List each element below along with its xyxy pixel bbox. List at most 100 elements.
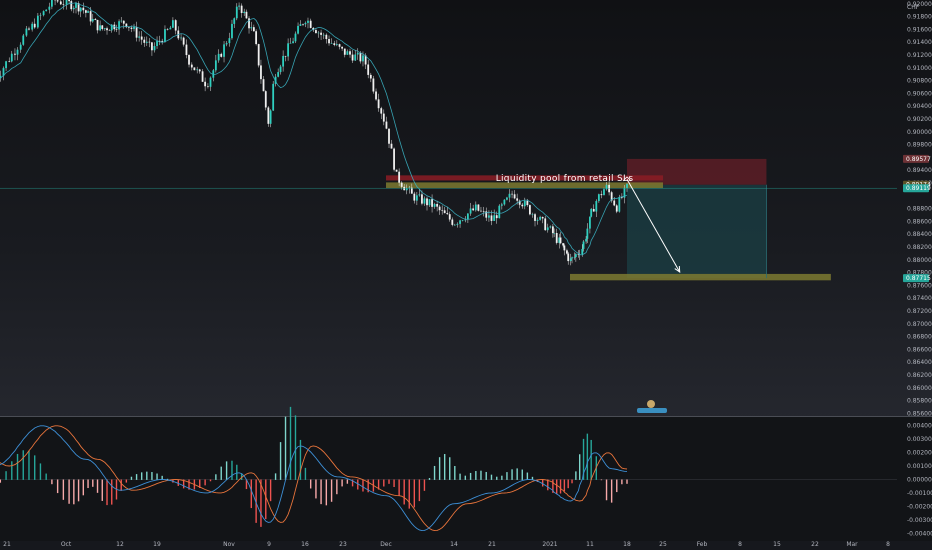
candle-body	[188, 55, 190, 65]
price-tick-label: 0.86800	[907, 334, 932, 341]
candle-body	[536, 219, 539, 221]
candle-body	[284, 55, 287, 57]
candle-body	[472, 208, 475, 211]
candle-body	[482, 211, 485, 212]
price-tick-label: 0.90000	[907, 129, 932, 136]
candle-body	[459, 220, 461, 224]
candle-body	[225, 43, 228, 45]
candle-body	[140, 36, 143, 40]
candle-body	[108, 30, 111, 31]
macd-bar	[578, 454, 581, 480]
candle-body	[115, 29, 118, 30]
candle-body	[508, 193, 511, 198]
macd-bar	[547, 479, 549, 491]
candle-body	[264, 91, 267, 108]
candle-body	[480, 210, 482, 212]
macd-bar	[269, 479, 272, 502]
price-tick-label: 0.86600	[907, 346, 932, 353]
candle-body	[130, 27, 133, 29]
time-tick-label: 18	[623, 541, 631, 548]
candle-body	[418, 194, 421, 196]
time-tick-label: 15	[773, 541, 781, 548]
macd-bar	[34, 455, 36, 480]
currency-label: CHF	[907, 4, 920, 11]
candle-body	[362, 55, 364, 62]
macd-bar	[428, 478, 431, 480]
candle-body	[521, 204, 524, 207]
candle-body	[51, 0, 53, 7]
liquidity-annotation: Liquidity pool from retail SLs	[496, 174, 634, 184]
candle-body	[14, 53, 16, 55]
macd-bar	[22, 450, 24, 480]
candle-body	[84, 10, 87, 13]
candle-body	[349, 51, 351, 55]
macd-bar	[294, 415, 297, 480]
candle-body	[238, 5, 240, 7]
macd-bar	[571, 479, 573, 484]
candle-body	[22, 35, 25, 45]
macd-bar	[423, 479, 426, 491]
macd-bar	[11, 461, 13, 480]
candle-body	[228, 38, 231, 44]
macd-bar	[156, 473, 158, 480]
candle-body	[456, 223, 459, 225]
candle-body	[68, 0, 70, 2]
candle-body	[267, 107, 270, 124]
candle-body	[493, 215, 496, 221]
candle-body	[91, 18, 94, 22]
macd-bar	[567, 479, 569, 489]
candle-body	[469, 208, 472, 214]
macd-bar	[605, 479, 608, 501]
time-tick-label: 14	[450, 541, 458, 548]
candle-body	[613, 200, 616, 206]
candle-body	[148, 41, 151, 43]
time-tick-label: Dec	[380, 541, 392, 548]
candle-body	[72, 7, 75, 10]
candle-body	[410, 187, 413, 194]
price-tag-label: 0.89577	[906, 156, 931, 163]
macd-bar	[204, 479, 206, 486]
candle-body	[169, 27, 172, 30]
candle-body	[377, 99, 380, 109]
macd-bar	[28, 450, 30, 480]
chart-svg[interactable]: 0.920000.918000.916000.914000.912000.910…	[0, 0, 932, 550]
macd-bar	[96, 479, 99, 493]
macd-bar	[87, 479, 89, 489]
candle-body	[31, 23, 34, 30]
candle-body	[356, 52, 359, 55]
macd-bar	[140, 472, 143, 480]
macd-bar	[309, 479, 312, 489]
stop-zone	[627, 158, 767, 185]
candle-body	[500, 204, 503, 206]
macd-bar	[151, 472, 153, 480]
candle-body	[279, 66, 282, 73]
candle-body	[351, 54, 354, 61]
price-tick-label: 0.91200	[907, 52, 932, 59]
time-axis-bg	[0, 541, 932, 550]
candle-body	[70, 1, 73, 10]
candle-body	[498, 205, 501, 219]
time-tick-label: 21	[488, 541, 496, 548]
candle-body	[608, 184, 611, 193]
macd-bar	[449, 457, 451, 480]
candle-body	[359, 52, 362, 62]
candle-body	[5, 61, 7, 69]
price-tag-label: 0.89119	[906, 185, 931, 192]
candle-body	[269, 110, 272, 124]
time-tick-label: 23	[339, 541, 347, 548]
candle-body	[466, 213, 469, 220]
candle-body	[400, 182, 403, 187]
candle-body	[603, 189, 605, 196]
macd-bar	[413, 479, 416, 508]
candle-body	[393, 148, 395, 170]
candle-body	[214, 60, 217, 71]
candle-body	[33, 23, 36, 28]
price-tick-label: 0.90400	[907, 103, 932, 110]
macd-bar	[215, 474, 217, 480]
candle-body	[592, 208, 595, 212]
time-tick-label: 12	[116, 541, 124, 548]
chart-root: 0.92000 0.91800 0.91600 0.91400 0.91200 0.910…	[0, 0, 932, 550]
candle-body	[405, 188, 408, 191]
candle-body	[315, 30, 317, 34]
price-tick-label: 0.88200	[907, 244, 932, 251]
